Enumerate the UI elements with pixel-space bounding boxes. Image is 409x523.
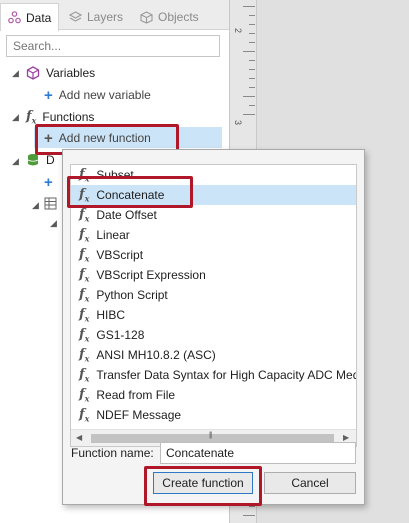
function-item-label: VBScript Expression — [96, 268, 206, 282]
ruler-number: 3 — [233, 120, 243, 126]
function-fx-icon: fx — [79, 366, 90, 384]
tree-label-functions: Functions — [42, 110, 95, 124]
objects-icon — [140, 10, 153, 24]
tab-objects[interactable]: Objects — [133, 4, 206, 30]
function-item-label: Transfer Data Syntax for High Capacity A… — [96, 368, 357, 382]
tab-label: Objects — [158, 10, 199, 24]
scroll-left-icon[interactable]: ◀ — [76, 433, 82, 442]
function-list-item[interactable]: fx Read from File — [71, 385, 356, 405]
database-icon — [27, 154, 39, 166]
add-new-variable-item[interactable]: + Add new variable — [44, 85, 151, 105]
tab-layers[interactable]: Layers — [62, 4, 130, 30]
function-list-item[interactable]: fx VBScript Expression — [71, 265, 356, 285]
function-item-label: ANSI MH10.8.2 (ASC) — [96, 348, 216, 362]
function-list-item[interactable]: fx Transfer Data Syntax for High Capacity… — [71, 365, 357, 385]
function-list-item[interactable]: fx Python Script — [71, 285, 356, 305]
function-item-label: Read from File — [96, 388, 176, 402]
function-fx-icon: fx — [79, 246, 90, 264]
ruler-number: 2 — [233, 28, 243, 34]
panel-tabs: Data Layers Objects — [0, 0, 229, 31]
tree-label-databases: D — [46, 153, 55, 167]
function-list-item[interactable]: fx HIBC — [71, 305, 356, 325]
scrollbar-grip-icon: ||| — [209, 432, 213, 439]
collapse-caret-icon[interactable]: ◢ — [12, 68, 19, 79]
function-fx-icon: fx — [79, 226, 90, 244]
function-list-item[interactable]: fx Linear — [71, 225, 356, 245]
function-item-label: Date Offset — [96, 208, 157, 222]
add-new-database-item[interactable]: + — [44, 172, 53, 192]
function-item-label: GS1-128 — [96, 328, 145, 342]
function-item-label: NDEF Message — [96, 408, 182, 422]
collapse-caret-icon[interactable]: ◢ — [12, 156, 19, 167]
highlight-box-create-function — [144, 466, 262, 506]
tab-data[interactable]: Data — [0, 3, 60, 31]
function-name-label: Function name: — [71, 446, 154, 460]
function-list-item[interactable]: fx ANSI MH10.8.2 (ASC) — [71, 345, 356, 365]
table-icon — [44, 197, 57, 209]
highlight-box-concatenate — [67, 176, 193, 208]
variable-cube-icon — [26, 66, 40, 80]
tree-label-variables: Variables — [46, 66, 96, 80]
collapse-caret-icon[interactable]: ◢ — [32, 200, 39, 211]
function-item-label: Python Script — [96, 288, 168, 302]
function-fx-icon: fx — [79, 386, 90, 404]
collapse-caret-icon[interactable]: ◢ — [12, 112, 19, 123]
plus-icon: + — [44, 173, 53, 191]
function-fx-icon: fx — [79, 406, 90, 424]
data-icon — [8, 11, 21, 24]
tree-node-variables[interactable]: Variables — [26, 63, 95, 83]
function-list-item[interactable]: fx NDEF Message — [71, 405, 356, 425]
function-fx-icon: fx — [79, 286, 90, 304]
tree-node-databases[interactable]: D — [26, 150, 55, 170]
cancel-button[interactable]: Cancel — [264, 472, 356, 494]
function-list-item[interactable]: fx Date Offset — [71, 205, 356, 225]
function-list-item[interactable]: fx GS1-128 — [71, 325, 356, 345]
scroll-right-icon[interactable]: ▶ — [343, 433, 349, 442]
function-fx-icon: fx — [79, 206, 90, 224]
add-new-variable-label: Add new variable — [58, 88, 151, 102]
tab-label: Layers — [87, 10, 124, 24]
function-fx-icon: fx — [79, 266, 90, 284]
layers-icon — [69, 10, 82, 22]
function-item-label: Linear — [96, 228, 130, 242]
function-name-input[interactable]: Concatenate — [160, 442, 356, 464]
plus-icon: + — [44, 86, 53, 104]
function-fx-icon: fx — [79, 326, 90, 344]
function-fx-icon: fx — [79, 346, 90, 364]
search-input[interactable] — [6, 35, 220, 57]
function-fx-icon: fx — [79, 306, 90, 324]
function-fx-icon: fx — [26, 108, 37, 126]
collapse-caret-icon[interactable]: ◢ — [50, 218, 57, 229]
function-item-label: VBScript — [96, 248, 144, 262]
tab-label: Data — [26, 10, 52, 25]
function-item-label: HIBC — [96, 308, 126, 322]
function-list-item[interactable]: fx VBScript — [71, 245, 356, 265]
tree-node-table[interactable] — [44, 193, 57, 213]
